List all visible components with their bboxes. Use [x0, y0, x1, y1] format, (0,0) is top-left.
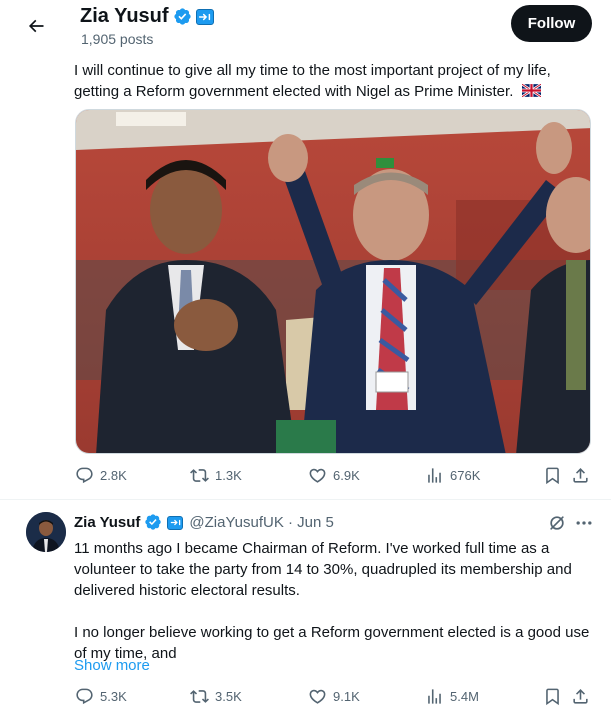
quoted-post-text: 11 months ago I became Chairman of Refor… — [74, 538, 599, 685]
affiliation-badge-icon — [167, 515, 184, 530]
views-button[interactable]: 5.4M — [425, 687, 479, 706]
post-photo-image — [76, 110, 590, 453]
bookmark-icon — [546, 688, 559, 706]
quoted-author-name[interactable]: Zia Yusuf — [74, 514, 140, 531]
back-button[interactable] — [18, 8, 54, 44]
share-button[interactable] — [571, 466, 590, 485]
reply-count: 2.8K — [100, 468, 127, 483]
like-icon — [309, 689, 326, 704]
grok-button[interactable] — [547, 513, 567, 533]
profile-name: Zia Yusuf — [80, 5, 214, 28]
repost-count: 1.3K — [215, 468, 242, 483]
post-text-body: I will continue to give all my time to t… — [74, 62, 551, 100]
bookmark-button[interactable] — [543, 466, 562, 485]
share-icon — [573, 468, 588, 483]
repost-button[interactable]: 3.5K — [190, 687, 242, 706]
grok-icon — [550, 516, 564, 530]
reply-button[interactable]: 5.3K — [75, 687, 127, 706]
repost-button[interactable]: 1.3K — [190, 466, 242, 485]
avatar[interactable] — [26, 512, 66, 552]
reply-button[interactable]: 2.8K — [75, 466, 127, 485]
reply-count: 5.3K — [100, 689, 127, 704]
views-icon — [428, 468, 441, 483]
uk-flag-icon — [520, 82, 542, 98]
avatar-image — [26, 512, 66, 552]
bookmark-button[interactable] — [543, 687, 562, 706]
repost-icon — [190, 469, 209, 482]
divider — [0, 499, 611, 500]
follow-button[interactable]: Follow — [511, 5, 592, 42]
affiliation-badge-icon — [195, 8, 214, 25]
quoted-paragraph-1: 11 months ago I became Chairman of Refor… — [74, 540, 572, 599]
more-button[interactable] — [574, 513, 594, 533]
quoted-actions: 5.3K 3.5K 9.1K 5.4M — [0, 687, 611, 711]
show-more-link[interactable]: Show more — [74, 657, 150, 674]
like-count: 6.9K — [333, 468, 360, 483]
profile-header: Zia Yusuf 1,905 posts Follow — [0, 0, 611, 52]
uk-flag-svg — [520, 83, 542, 98]
verified-badge-icon — [173, 7, 192, 26]
views-count: 676K — [450, 468, 481, 483]
verified-badge-icon — [144, 513, 163, 532]
views-count: 5.4M — [450, 689, 479, 704]
quoted-post-header: Zia Yusuf @ZiaYusufUK · Jun 5 — [74, 513, 334, 532]
back-arrow-icon — [28, 19, 44, 33]
views-icon — [428, 689, 441, 704]
more-icon — [576, 521, 592, 525]
repost-icon — [190, 690, 209, 703]
like-count: 9.1K — [333, 689, 360, 704]
quoted-handle-date[interactable]: @ZiaYusufUK · Jun 5 — [189, 514, 333, 531]
post-photo[interactable] — [75, 109, 591, 454]
share-button[interactable] — [571, 687, 590, 706]
views-button[interactable]: 676K — [425, 466, 480, 485]
like-icon — [309, 468, 326, 483]
reply-icon — [76, 688, 93, 705]
post-actions: 2.8K 1.3K 6.9K 676K — [0, 466, 611, 490]
like-button[interactable]: 9.1K — [308, 687, 360, 706]
post-text: I will continue to give all my time to t… — [74, 60, 594, 102]
repost-count: 3.5K — [215, 689, 242, 704]
reply-icon — [76, 467, 93, 484]
quoted-paragraph-2: I no longer believe working to get a Ref… — [74, 624, 590, 662]
share-icon — [573, 689, 588, 704]
post-count: 1,905 posts — [81, 31, 154, 47]
profile-name-text: Zia Yusuf — [80, 5, 169, 27]
bookmark-icon — [546, 467, 559, 485]
like-button[interactable]: 6.9K — [308, 466, 360, 485]
